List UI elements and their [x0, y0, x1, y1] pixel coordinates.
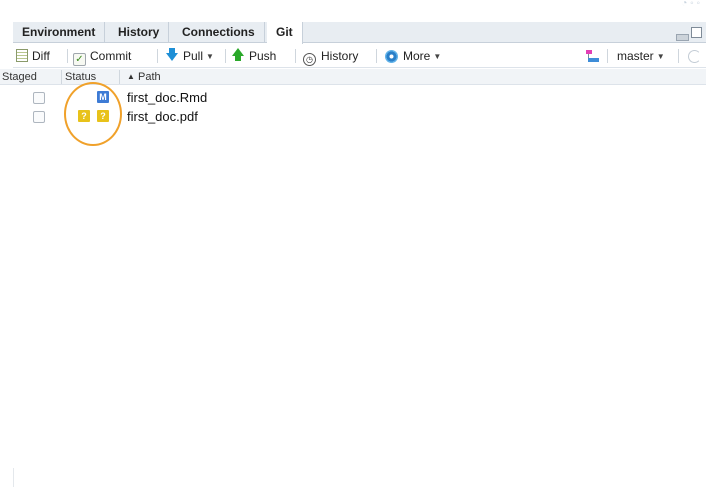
- toolbar-divider: [67, 49, 68, 63]
- toolbar-divider: [376, 49, 377, 63]
- tab-environment[interactable]: Environment: [13, 22, 106, 43]
- staged-checkbox[interactable]: [33, 111, 45, 123]
- maximize-pane-icon[interactable]: [691, 27, 702, 38]
- toolbar-divider: [225, 49, 226, 63]
- history-button[interactable]: ◷ History: [303, 44, 358, 68]
- path-column-header[interactable]: ▲ Path: [127, 69, 161, 85]
- git-toolbar: Diff ✓ Commit Pull ▼ Push ◷ History More ▼ m…: [13, 44, 706, 68]
- commit-checkmark-icon: ✓: [73, 53, 86, 66]
- pull-label: Pull: [183, 49, 204, 63]
- pull-button[interactable]: Pull ▼: [166, 44, 214, 68]
- gear-icon: [385, 50, 398, 63]
- commit-label: Commit: [90, 49, 132, 63]
- toolbar-divider: [678, 49, 679, 63]
- toolbar-divider: [295, 49, 296, 63]
- pull-dropdown-icon[interactable]: ▼: [206, 52, 214, 61]
- diff-label: Diff: [32, 49, 50, 63]
- branch-icon[interactable]: [586, 50, 600, 62]
- staged-checkbox[interactable]: [33, 92, 45, 104]
- push-label: Push: [249, 49, 277, 63]
- branch-label: master: [617, 49, 654, 63]
- top-strip: ◔ ◦ ◦: [0, 0, 706, 13]
- history-label: History: [321, 49, 359, 63]
- branch-dropdown-icon: ▼: [656, 52, 665, 61]
- pull-arrow-icon: [166, 48, 178, 61]
- status-highlight-circle: [64, 82, 122, 146]
- file-path[interactable]: first_doc.pdf: [127, 109, 198, 124]
- tab-history[interactable]: History: [109, 22, 170, 43]
- toolbar-divider: [157, 49, 158, 63]
- clock-icon: ◷: [303, 53, 316, 66]
- push-button[interactable]: Push: [232, 44, 276, 68]
- column-divider: [119, 70, 120, 84]
- more-dropdown-icon: ▼: [433, 52, 442, 61]
- push-arrow-icon: [232, 48, 244, 61]
- column-divider: [61, 70, 62, 84]
- pane-window-controls: [676, 27, 702, 41]
- sort-ascending-icon: ▲: [127, 72, 135, 81]
- branch-selector[interactable]: master ▼: [617, 44, 665, 68]
- tab-git[interactable]: Git: [267, 22, 303, 44]
- more-button[interactable]: More ▼: [385, 44, 441, 68]
- diff-button[interactable]: Diff: [16, 44, 50, 68]
- tab-connections[interactable]: Connections: [173, 22, 265, 43]
- minimize-pane-icon[interactable]: [676, 34, 689, 41]
- refresh-button[interactable]: [688, 50, 701, 63]
- file-path[interactable]: first_doc.Rmd: [127, 90, 207, 105]
- staged-column-header[interactable]: Staged: [2, 69, 37, 85]
- more-label: More: [403, 49, 431, 63]
- diff-icon: [16, 49, 28, 62]
- pane-edge: [13, 468, 14, 487]
- toolbar-divider: [607, 49, 608, 63]
- file-list-header: Staged Status ▲ Path: [0, 69, 706, 85]
- pane-tabbar: Environment History Connections Git: [13, 22, 706, 44]
- commit-button[interactable]: ✓ Commit: [73, 44, 131, 68]
- clipped-toolbar-icons: ◔ ◦ ◦: [681, 0, 700, 9]
- refresh-icon: [688, 50, 701, 63]
- path-header-label: Path: [137, 71, 161, 83]
